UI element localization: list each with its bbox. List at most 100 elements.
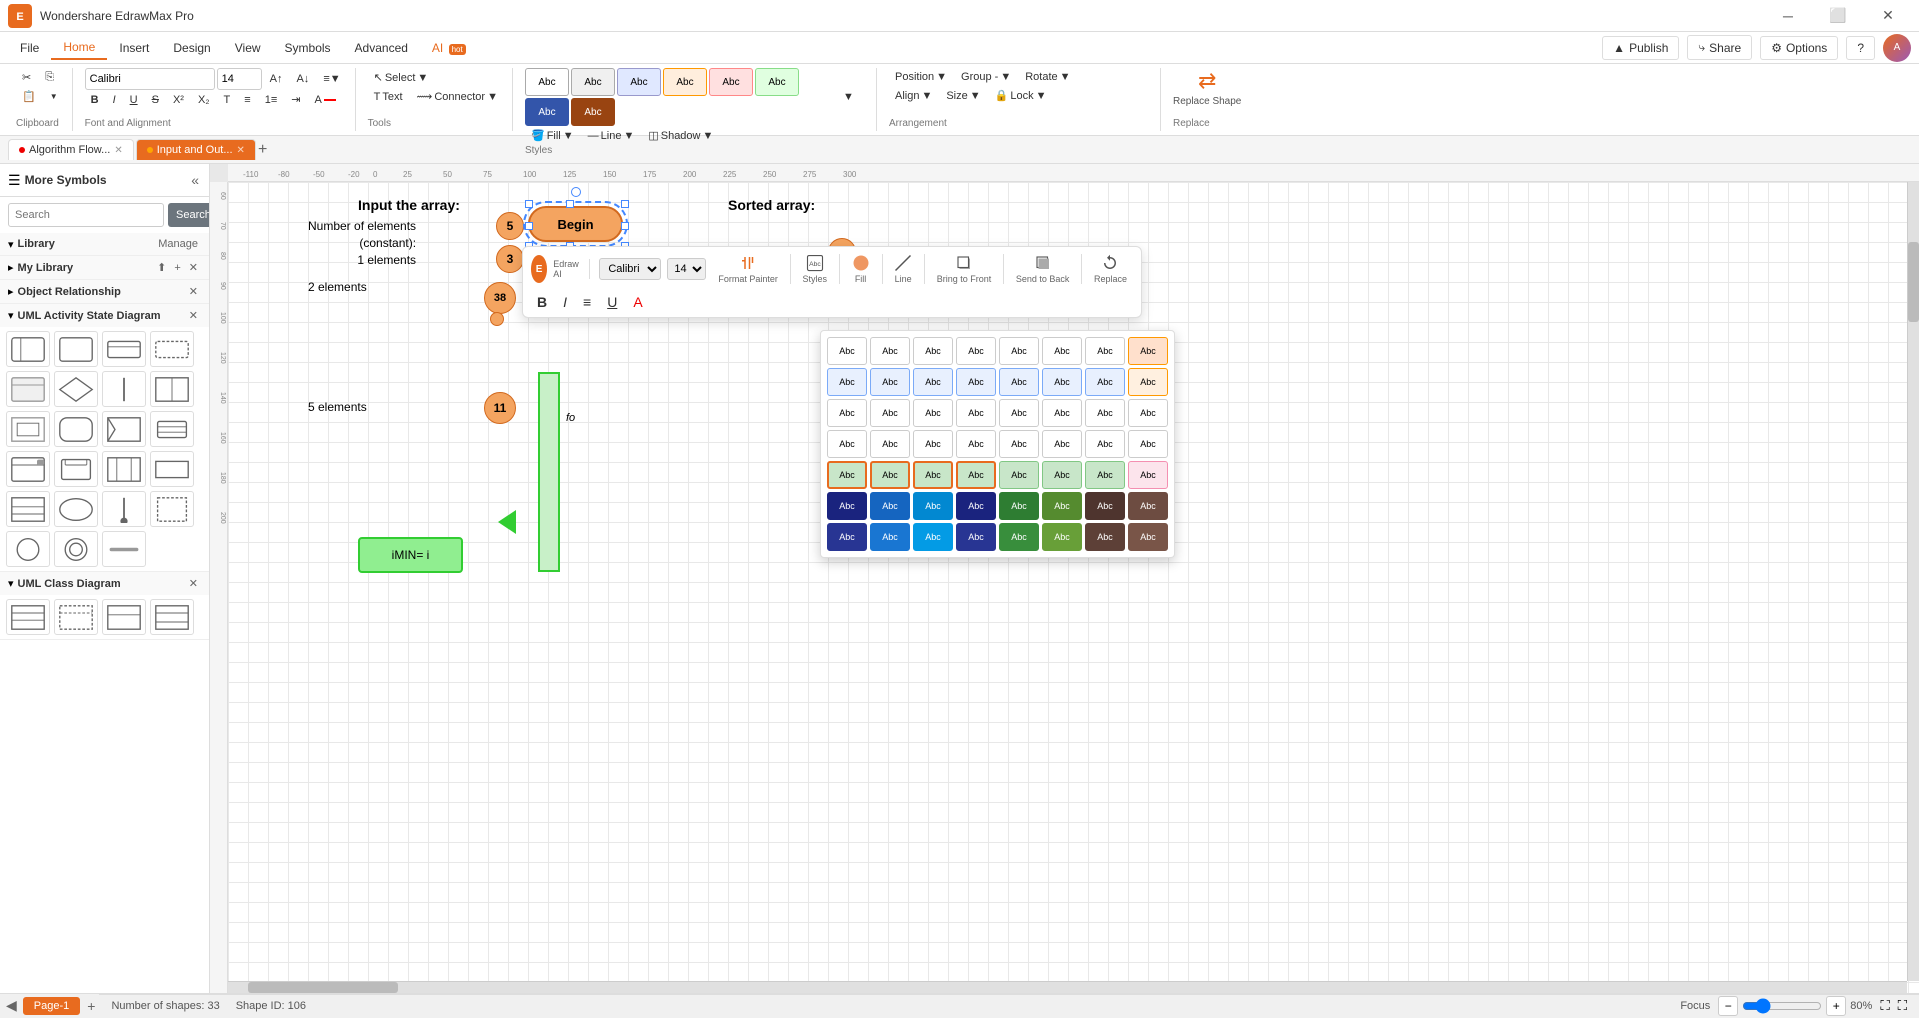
maximize-button[interactable]: ⬜ bbox=[1815, 0, 1861, 32]
style-cell-48[interactable]: Abc bbox=[827, 523, 867, 551]
focus-button[interactable]: Focus bbox=[1680, 1000, 1710, 1012]
line-button[interactable]: — Line▼ bbox=[582, 127, 641, 145]
size-button[interactable]: Size▼ bbox=[940, 87, 986, 105]
page-tab-1[interactable]: Page-1 bbox=[23, 997, 80, 1015]
tab-ai[interactable]: AI hot bbox=[420, 37, 478, 59]
style-cell-40[interactable]: Abc bbox=[827, 492, 867, 520]
position-button[interactable]: Position▼ bbox=[889, 68, 953, 86]
shape-item-15[interactable] bbox=[102, 451, 146, 487]
add-page-button[interactable]: + bbox=[83, 998, 99, 1014]
tab-view[interactable]: View bbox=[223, 37, 273, 59]
style-cell-24[interactable]: Abc bbox=[827, 430, 867, 458]
user-avatar[interactable]: A bbox=[1883, 34, 1911, 62]
style-cell-27[interactable]: Abc bbox=[956, 430, 996, 458]
shape-item-13[interactable] bbox=[6, 451, 50, 487]
style-cell-49[interactable]: Abc bbox=[870, 523, 910, 551]
ft-italic[interactable]: I bbox=[557, 291, 573, 313]
style-cell-39[interactable]: Abc bbox=[1128, 461, 1168, 489]
ft-underline[interactable]: U bbox=[601, 291, 623, 313]
rotate-button[interactable]: Rotate▼ bbox=[1019, 68, 1076, 86]
style-cell-11[interactable]: Abc bbox=[956, 368, 996, 396]
doc-tab-2[interactable]: Input and Out... ✕ bbox=[136, 139, 256, 160]
style-cell-21[interactable]: Abc bbox=[1042, 399, 1082, 427]
style-cell-43[interactable]: Abc bbox=[956, 492, 996, 520]
style-cell-22[interactable]: Abc bbox=[1085, 399, 1125, 427]
style-item-7[interactable]: Abc bbox=[525, 98, 569, 126]
align-button[interactable]: ≡▼ bbox=[317, 70, 346, 88]
styles-more-button[interactable]: ▼ bbox=[837, 88, 860, 106]
style-cell-16[interactable]: Abc bbox=[827, 399, 867, 427]
font-size-input[interactable] bbox=[217, 68, 262, 90]
style-item-1[interactable]: Abc bbox=[525, 68, 569, 96]
style-cell-8[interactable]: Abc bbox=[827, 368, 867, 396]
style-cell-41[interactable]: Abc bbox=[870, 492, 910, 520]
tab-symbols[interactable]: Symbols bbox=[273, 37, 343, 59]
connector-tool-button[interactable]: ⟿Connector▼ bbox=[411, 87, 504, 106]
style-cell-0[interactable]: Abc bbox=[827, 337, 867, 365]
style-cell-6[interactable]: Abc bbox=[1085, 337, 1125, 365]
uml-shape-3[interactable] bbox=[102, 599, 146, 635]
style-cell-52[interactable]: Abc bbox=[999, 523, 1039, 551]
group-button[interactable]: Group -▼ bbox=[955, 68, 1017, 86]
superscript-button[interactable]: X² bbox=[167, 91, 190, 109]
shape-item-11[interactable] bbox=[102, 411, 146, 447]
options-button[interactable]: ⚙Options bbox=[1760, 36, 1838, 60]
tab-file[interactable]: File bbox=[8, 37, 51, 59]
handle-ml[interactable] bbox=[525, 222, 533, 230]
handle-tm[interactable] bbox=[566, 200, 574, 208]
ft-bring-to-front[interactable]: Bring to Front bbox=[931, 251, 998, 287]
shape-item-19[interactable] bbox=[102, 491, 146, 527]
font-color-button[interactable]: A bbox=[308, 91, 341, 109]
circle-n5[interactable]: 5 bbox=[496, 212, 524, 240]
close-tab-2[interactable]: ✕ bbox=[237, 145, 245, 156]
shape-item-14[interactable] bbox=[54, 451, 98, 487]
tab-advanced[interactable]: Advanced bbox=[343, 37, 420, 59]
tab-home[interactable]: Home bbox=[51, 36, 107, 60]
style-cell-28[interactable]: Abc bbox=[999, 430, 1039, 458]
style-cell-19[interactable]: Abc bbox=[956, 399, 996, 427]
object-relationship-header[interactable]: ▸ Object Relationship ✕ bbox=[0, 280, 209, 303]
style-item-8[interactable]: Abc bbox=[571, 98, 615, 126]
style-cell-26[interactable]: Abc bbox=[913, 430, 953, 458]
copy-button[interactable]: ⎘ bbox=[39, 68, 60, 87]
style-cell-5[interactable]: Abc bbox=[1042, 337, 1082, 365]
style-cell-1[interactable]: Abc bbox=[870, 337, 910, 365]
handle-tr[interactable] bbox=[621, 200, 629, 208]
style-cell-54[interactable]: Abc bbox=[1085, 523, 1125, 551]
close-button[interactable]: ✕ bbox=[1865, 0, 1911, 32]
style-item-2[interactable]: Abc bbox=[571, 68, 615, 96]
ft-font-select[interactable]: Calibri bbox=[599, 258, 661, 280]
style-cell-42[interactable]: Abc bbox=[913, 492, 953, 520]
circle-small[interactable] bbox=[490, 312, 504, 326]
indent-button[interactable]: ⇥ bbox=[285, 90, 306, 109]
style-cell-47[interactable]: Abc bbox=[1128, 492, 1168, 520]
ft-fill[interactable]: Fill bbox=[846, 251, 876, 287]
style-cell-31[interactable]: Abc bbox=[1128, 430, 1168, 458]
style-cell-15[interactable]: Abc bbox=[1128, 368, 1168, 396]
paste-options-button[interactable]: ▼ bbox=[44, 89, 64, 104]
subscript-button[interactable]: X₂ bbox=[192, 91, 216, 109]
style-cell-36[interactable]: Abc bbox=[999, 461, 1039, 489]
shape-item-6[interactable] bbox=[54, 371, 98, 407]
collapse-sidebar-button[interactable]: « bbox=[189, 170, 201, 190]
decrease-font-button[interactable]: A↓ bbox=[290, 70, 315, 88]
publish-button[interactable]: ▲Publish bbox=[1602, 36, 1679, 60]
shadow-button[interactable]: ◫ Shadow▼ bbox=[642, 126, 719, 145]
style-cell-2[interactable]: Abc bbox=[913, 337, 953, 365]
imin-box[interactable]: iMIN= i bbox=[358, 537, 463, 573]
style-cell-29[interactable]: Abc bbox=[1042, 430, 1082, 458]
add-tab-button[interactable]: + bbox=[258, 141, 267, 159]
ft-send-to-back[interactable]: Send to Back bbox=[1010, 251, 1076, 287]
ft-align[interactable]: ≡ bbox=[577, 291, 597, 313]
ft-format-painter[interactable]: Format Painter bbox=[712, 251, 784, 287]
style-cell-45[interactable]: Abc bbox=[1042, 492, 1082, 520]
green-rect-tall[interactable] bbox=[538, 372, 560, 572]
shape-item-5[interactable] bbox=[6, 371, 50, 407]
uml-class-close-button[interactable]: ✕ bbox=[186, 576, 201, 591]
style-cell-30[interactable]: Abc bbox=[1085, 430, 1125, 458]
paste-button[interactable]: 📋 bbox=[16, 87, 42, 106]
numbered-list-button[interactable]: 1≡ bbox=[259, 91, 284, 109]
shape-item-10[interactable] bbox=[54, 411, 98, 447]
my-library-header[interactable]: ▸ My Library ⬆ + ✕ bbox=[0, 256, 209, 279]
zoom-slider[interactable] bbox=[1742, 998, 1822, 1014]
